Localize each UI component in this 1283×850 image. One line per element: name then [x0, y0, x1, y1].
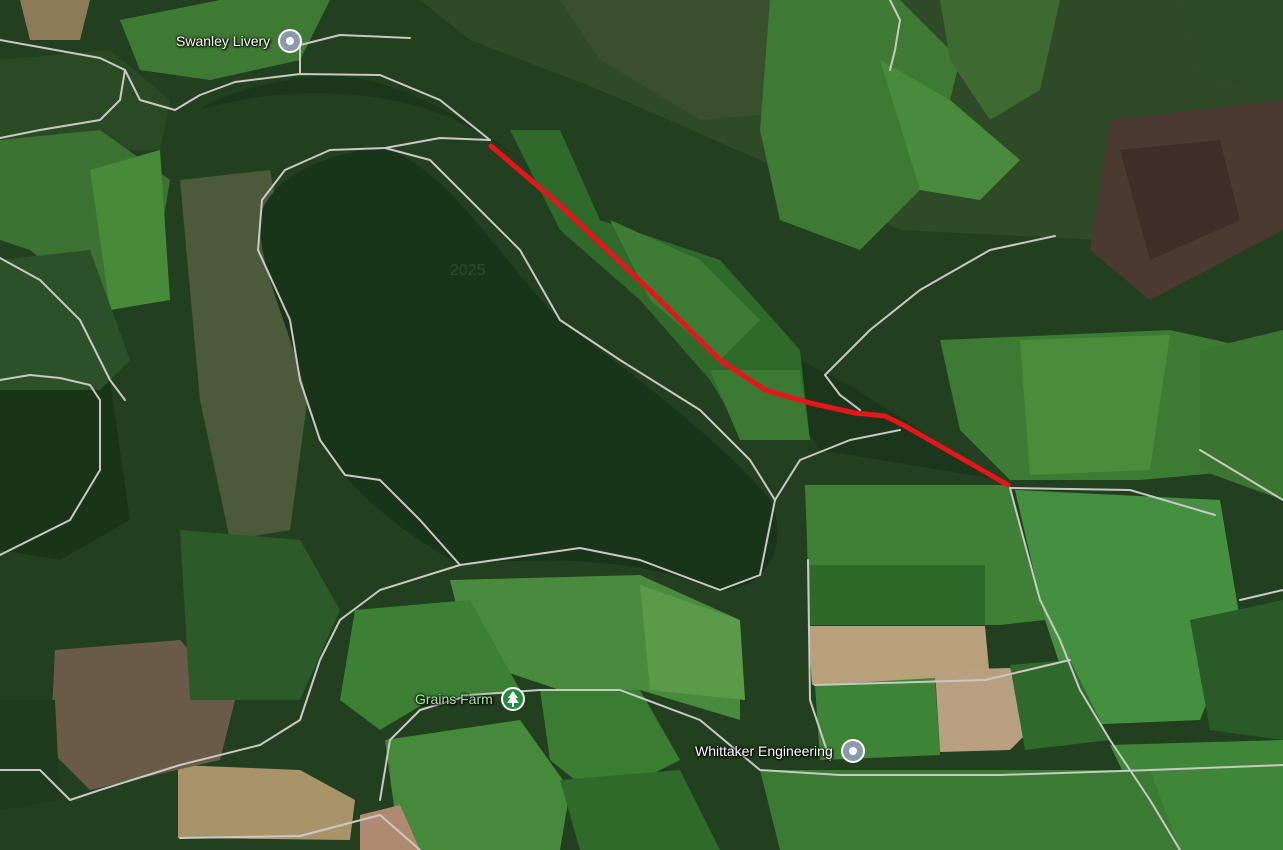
poi-label: Swanley Livery	[176, 33, 271, 49]
poi-label: Grains Farm	[415, 691, 493, 707]
poi-label: Whittaker Engineering	[695, 743, 833, 759]
place-pin-icon	[840, 739, 865, 763]
map-watermark: 2025	[450, 262, 486, 279]
satellite-map[interactable]: 2025 Swanley Livery Grains Farm Whittake…	[0, 0, 1283, 850]
poi-grains-farm[interactable]: Grains Farm	[415, 685, 527, 713]
tree-icon	[500, 687, 525, 711]
place-pin-icon	[278, 29, 303, 53]
poi-swanley-livery[interactable]: Swanley Livery	[176, 27, 304, 55]
satellite-imagery	[0, 0, 1283, 850]
poi-whittaker-engineering[interactable]: Whittaker Engineering	[695, 737, 867, 765]
